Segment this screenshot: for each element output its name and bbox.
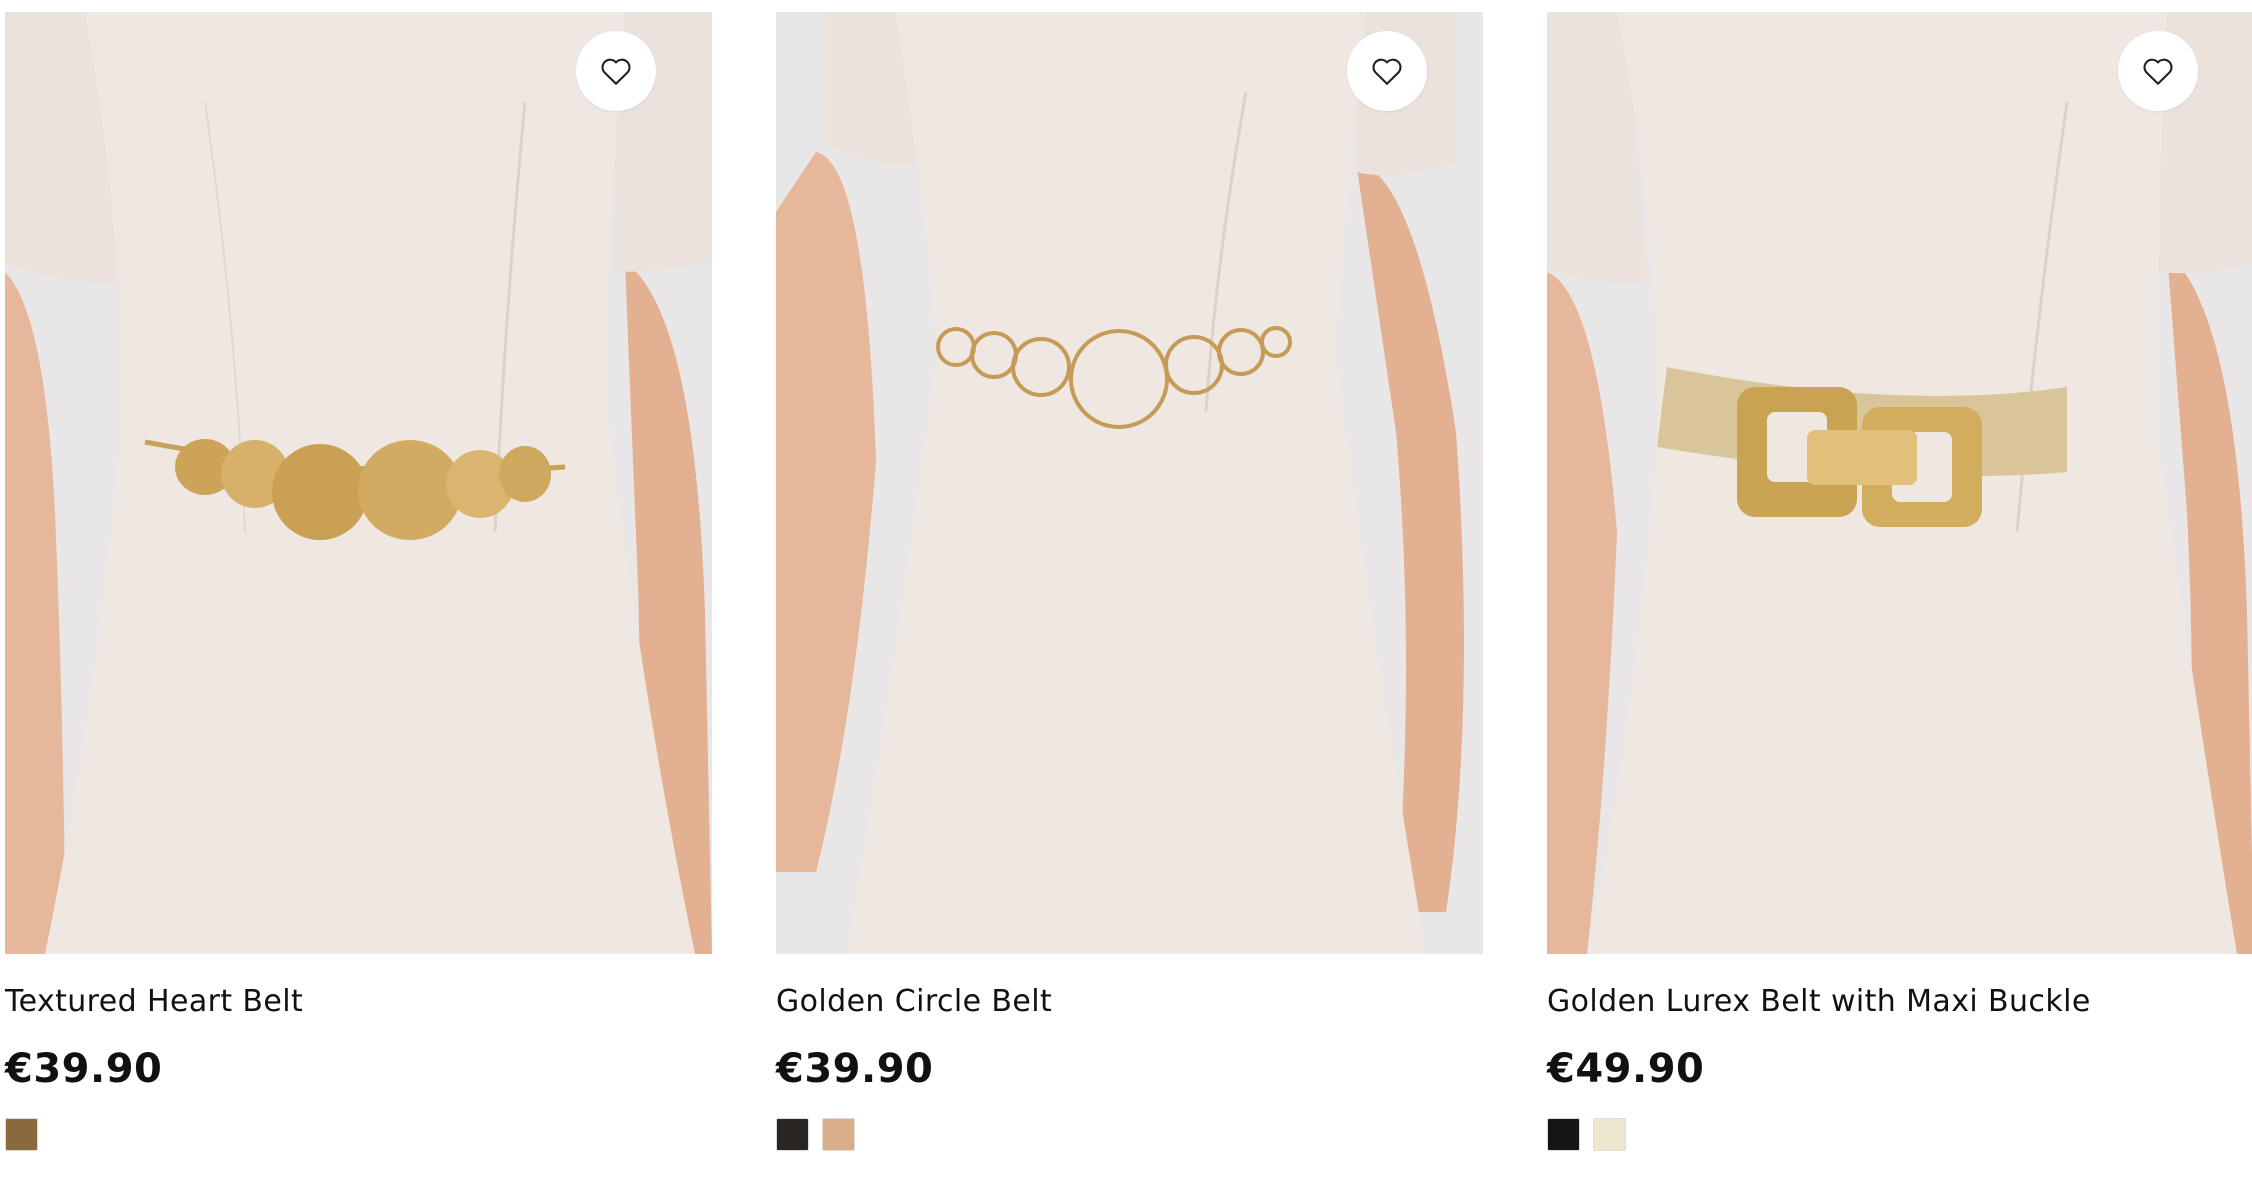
product-image[interactable] (1547, 12, 2252, 954)
product-name[interactable]: Textured Heart Belt (5, 984, 303, 1019)
color-swatch-gold[interactable] (5, 1118, 38, 1151)
add-to-wishlist-button[interactable] (576, 31, 656, 111)
product-card[interactable]: Golden Lurex Belt with Maxi Buckle €49.9… (1547, 0, 2252, 1200)
add-to-wishlist-button[interactable] (1347, 31, 1427, 111)
heart-outline-icon (1372, 58, 1402, 85)
product-grid: Textured Heart Belt €39.90 Golden Circle… (0, 0, 2252, 1200)
color-swatch-cream[interactable] (1593, 1118, 1626, 1151)
add-to-wishlist-button[interactable] (2118, 31, 2198, 111)
color-swatches (1547, 1118, 1626, 1151)
color-swatch-black-pattern[interactable] (776, 1118, 809, 1151)
color-swatches (5, 1118, 38, 1151)
product-image[interactable] (776, 12, 1483, 954)
product-price: €39.90 (5, 1046, 163, 1092)
color-swatches (776, 1118, 855, 1151)
product-name[interactable]: Golden Lurex Belt with Maxi Buckle (1547, 984, 2091, 1019)
heart-outline-icon (601, 58, 631, 85)
product-name[interactable]: Golden Circle Belt (776, 984, 1052, 1019)
product-card[interactable]: Textured Heart Belt €39.90 (5, 0, 712, 1200)
color-swatch-gold[interactable] (822, 1118, 855, 1151)
heart-outline-icon (2143, 58, 2173, 85)
product-card[interactable]: Golden Circle Belt €39.90 (776, 0, 1483, 1200)
product-price: €39.90 (776, 1046, 934, 1092)
product-image[interactable] (5, 12, 712, 954)
color-swatch-black[interactable] (1547, 1118, 1580, 1151)
product-price: €49.90 (1547, 1046, 1705, 1092)
